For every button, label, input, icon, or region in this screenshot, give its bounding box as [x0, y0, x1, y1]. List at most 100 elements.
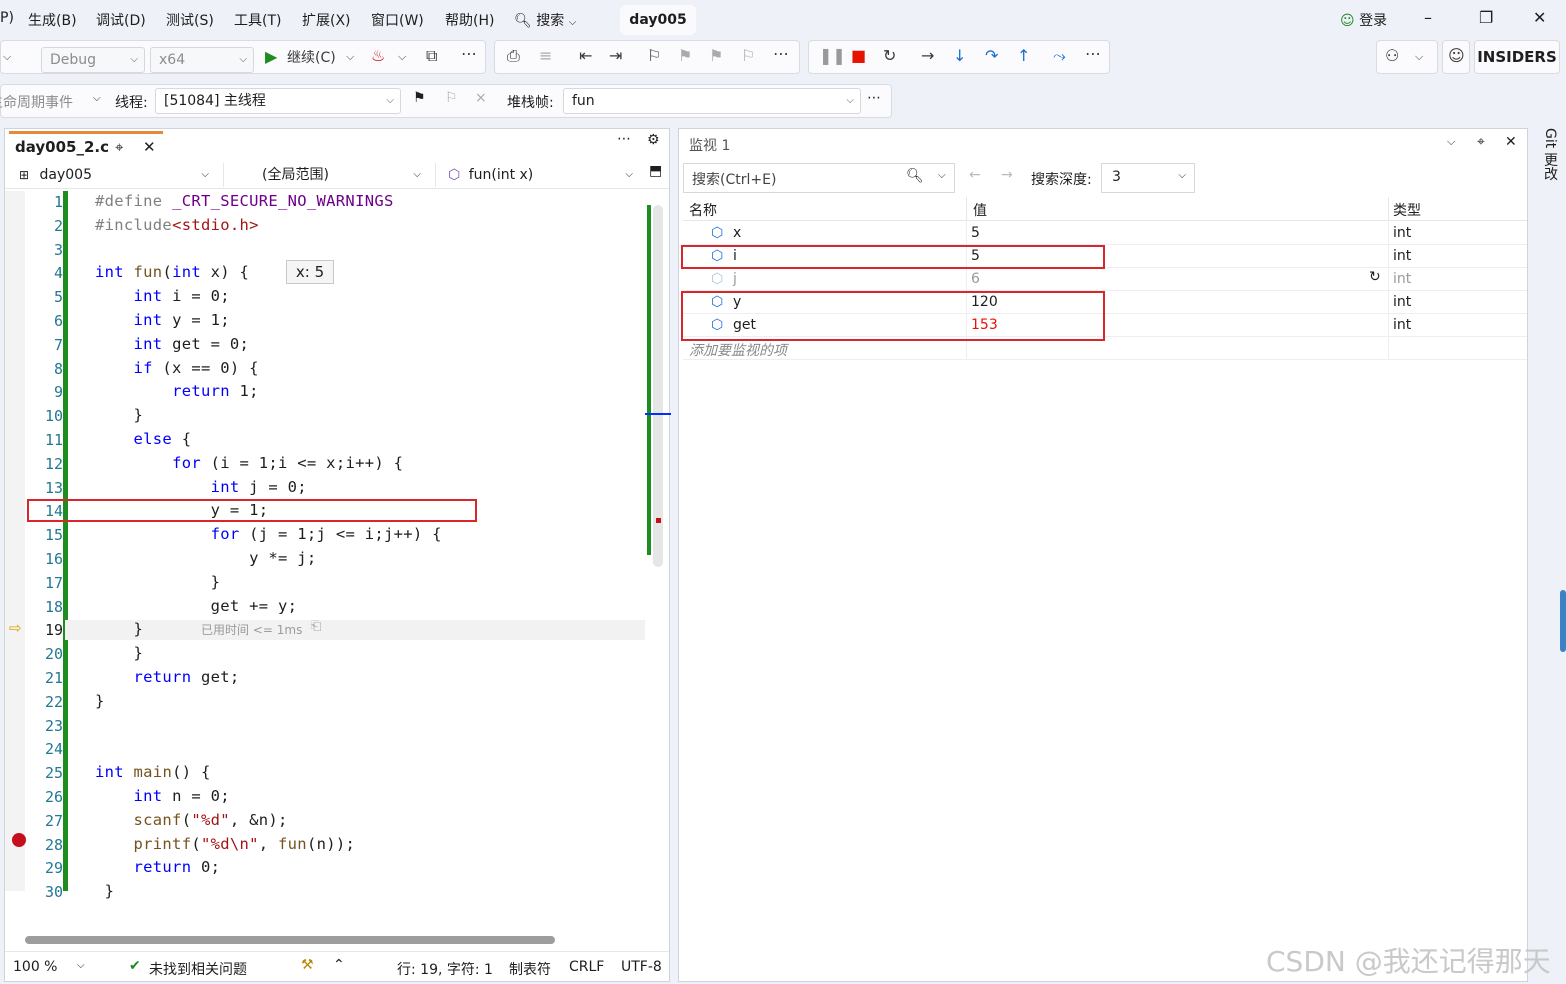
chevron-down-icon[interactable]: ⌵ [938, 170, 946, 181]
continue-label[interactable]: 继续(C) [287, 48, 336, 68]
copilot-icon[interactable]: ⚇ [1385, 46, 1399, 66]
platform-dropdown[interactable]: x64 ⌵ [150, 47, 254, 73]
chevron-down-icon[interactable]: ⌵ [398, 47, 406, 67]
issues-status[interactable]: 未找到相关问题 [149, 959, 247, 979]
restart-icon[interactable]: ↻ [883, 46, 896, 66]
close-icon[interactable]: ✕ [1533, 8, 1546, 27]
cursor-position[interactable]: 行: 19, 字符: 1 [397, 959, 493, 979]
code-line[interactable]: y *= j; [95, 549, 317, 567]
forward-arrow-icon[interactable]: → [1001, 167, 1013, 183]
add-watch-placeholder[interactable]: 添加要监视的项 [689, 340, 787, 360]
watch-value[interactable]: 5 [971, 225, 980, 241]
menu-extensions[interactable]: 扩展(X) [302, 10, 351, 30]
prev-bookmark-icon[interactable]: ⚑ [678, 46, 692, 66]
more-icon[interactable]: ⋯ [1085, 44, 1101, 64]
code-line[interactable]: for (j = 1;j <= i;j++) { [95, 525, 442, 543]
line-number[interactable]: 7 [27, 336, 63, 354]
menu-project[interactable]: P) [0, 10, 14, 26]
code-line[interactable]: int y = 1; [95, 311, 230, 329]
line-number[interactable]: 24 [27, 740, 63, 758]
code-line[interactable]: scanf("%d", &n); [95, 811, 288, 829]
step-out-icon[interactable]: ↑ [1017, 46, 1030, 66]
line-number[interactable]: 27 [27, 812, 63, 830]
hot-reload-icon[interactable]: ♨ [371, 46, 385, 66]
line-number[interactable]: 26 [27, 788, 63, 806]
flag-thread-icon[interactable]: ⚑ [413, 90, 426, 106]
code-line[interactable]: } [95, 406, 143, 424]
function-dropdown[interactable]: ⬡ fun(int x) ⌵ [435, 163, 639, 187]
line-number[interactable]: 9 [27, 383, 63, 401]
diagnostic-icon[interactable]: ⧉ [426, 46, 437, 66]
line-number[interactable]: 20 [27, 645, 63, 663]
search-menu[interactable]: 🔍︎ 搜索 ⌵ [514, 10, 576, 30]
perf-chart-icon[interactable]: ⎗ [311, 619, 321, 634]
continue-icon[interactable]: ▶ [265, 47, 277, 67]
insiders-badge[interactable]: INSIDERS [1474, 40, 1560, 74]
vertical-scrollbar[interactable] [653, 205, 663, 567]
indent-icon[interactable]: ⇥ [609, 46, 622, 66]
git-changes-tab[interactable]: Git 更改 [1540, 128, 1560, 181]
step-over-icon[interactable]: ↷ [985, 46, 998, 66]
live-share-icon[interactable]: ☺ [1448, 46, 1465, 66]
back-arrow-icon[interactable]: ← [969, 167, 981, 183]
stackframe-dropdown[interactable]: fun ⌵ [563, 88, 861, 114]
show-next-statement-icon[interactable]: → [921, 46, 934, 66]
code-line[interactable]: if (x == 0) { [95, 359, 259, 377]
line-number[interactable]: 12 [27, 455, 63, 473]
code-line[interactable]: } [95, 620, 143, 638]
watch-row[interactable]: ⬡ j 6 ↻ int [683, 268, 1527, 291]
code-line[interactable]: int main() { [95, 763, 211, 781]
code-area[interactable]: ⇨ x: 5 已用时间 <= 1ms ⎗ 1 #define _CRT_SECUR… [5, 191, 671, 944]
code-line[interactable]: printf("%d\n", fun(n)); [95, 835, 355, 853]
chevron-down-icon[interactable]: ⌵ [1415, 47, 1423, 67]
code-line[interactable]: int fun(int x) { [95, 263, 249, 281]
line-number[interactable]: 4 [27, 264, 63, 282]
watch-search-box[interactable]: 搜索(Ctrl+E) 🔍︎ ⌵ [683, 163, 955, 193]
line-number[interactable]: 19 [27, 621, 63, 639]
menu-tools[interactable]: 工具(T) [234, 10, 281, 30]
tab-day005-2-c[interactable]: day005_2.c ⌖ ✕ [9, 131, 163, 161]
watch-name[interactable]: j [733, 271, 737, 287]
line-number[interactable]: 22 [27, 693, 63, 711]
breakpoint-icon[interactable] [12, 833, 26, 847]
line-number[interactable]: 6 [27, 312, 63, 330]
code-line[interactable]: for (i = 1;i <= x;i++) { [95, 454, 403, 472]
horizontal-scrollbar[interactable] [25, 936, 555, 944]
line-number[interactable]: 14 [27, 502, 63, 520]
side-scroll-thumb[interactable] [1560, 590, 1566, 652]
line-ending[interactable]: CRLF [569, 959, 604, 975]
code-line[interactable]: } [95, 882, 114, 900]
column-divider[interactable] [966, 197, 967, 221]
more-icon[interactable]: ⋯ [773, 44, 789, 64]
more-icon[interactable]: ⋯ [461, 44, 477, 64]
chevron-down-icon[interactable]: ⌵ [3, 47, 11, 67]
configuration-dropdown[interactable]: Debug ⌵ [41, 47, 145, 73]
line-number[interactable]: 29 [27, 859, 63, 877]
line-number[interactable]: 21 [27, 669, 63, 687]
lifecycle-events-label[interactable]: 生命周期事件 [0, 92, 73, 112]
glyph-margin[interactable] [5, 191, 25, 891]
thread-dropdown[interactable]: [51084] 主线程 ⌵ [155, 88, 401, 114]
chevron-up-icon[interactable]: ⌃ [333, 957, 345, 973]
code-line[interactable]: } [95, 644, 143, 662]
cleanup-brush-icon[interactable]: ⚒ [301, 957, 314, 973]
stop-icon[interactable]: ■ [851, 46, 866, 66]
minimize-icon[interactable]: – [1424, 8, 1432, 27]
watch-value[interactable]: 6 [971, 271, 980, 287]
pin-icon[interactable]: ⌖ [1477, 134, 1485, 150]
pause-icon[interactable]: ❚❚ [819, 46, 846, 66]
watch-row[interactable]: ⬡ x 5 int [683, 222, 1527, 245]
indent-mode[interactable]: 制表符 [509, 959, 551, 979]
line-number[interactable]: 30 [27, 883, 63, 901]
datatip[interactable]: x: 5 [286, 260, 334, 284]
line-number[interactable]: 3 [27, 241, 63, 259]
line-number[interactable]: 10 [27, 407, 63, 425]
split-view-icon[interactable]: ⬒ [649, 163, 662, 179]
column-type-header[interactable]: 类型 [1393, 200, 1421, 220]
code-line[interactable]: } [95, 573, 220, 591]
code-line[interactable]: int get = 0; [95, 335, 249, 353]
next-bookmark-icon[interactable]: ⚑ [709, 46, 723, 66]
search-depth-dropdown[interactable]: 3 ⌵ [1101, 163, 1195, 193]
more-icon[interactable]: ⋯ [867, 90, 881, 106]
code-line[interactable]: int n = 0; [95, 787, 230, 805]
